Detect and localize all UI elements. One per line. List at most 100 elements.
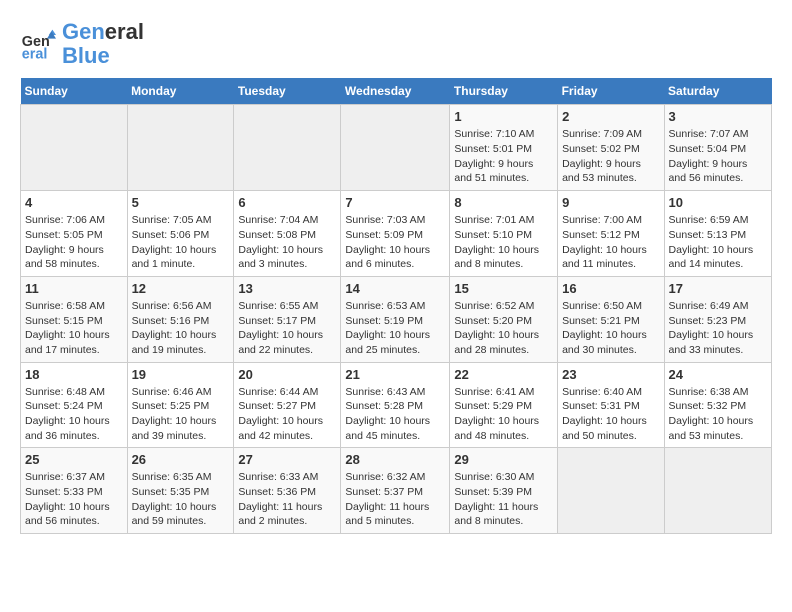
- calendar-day-cell: 13 Sunrise: 6:55 AM Sunset: 5:17 PM Dayli…: [234, 276, 341, 362]
- weekday-header-tuesday: Tuesday: [234, 78, 341, 105]
- day-number: 15: [454, 281, 553, 296]
- weekday-header-thursday: Thursday: [450, 78, 558, 105]
- day-info: Sunrise: 7:04 AM Sunset: 5:08 PM Dayligh…: [238, 213, 336, 272]
- calendar-day-cell: 22 Sunrise: 6:41 AM Sunset: 5:29 PM Dayli…: [450, 362, 558, 448]
- day-info: Sunrise: 7:01 AM Sunset: 5:10 PM Dayligh…: [454, 213, 553, 272]
- day-info: Sunrise: 7:00 AM Sunset: 5:12 PM Dayligh…: [562, 213, 659, 272]
- day-number: 8: [454, 195, 553, 210]
- calendar-day-cell: 6 Sunrise: 7:04 AM Sunset: 5:08 PM Daylig…: [234, 191, 341, 277]
- calendar-week-row: 1 Sunrise: 7:10 AM Sunset: 5:01 PM Daylig…: [21, 105, 772, 191]
- calendar-week-row: 18 Sunrise: 6:48 AM Sunset: 5:24 PM Dayli…: [21, 362, 772, 448]
- svg-text:eral: eral: [22, 47, 48, 63]
- calendar-day-cell: [664, 448, 771, 534]
- day-info: Sunrise: 6:44 AM Sunset: 5:27 PM Dayligh…: [238, 385, 336, 444]
- calendar-day-cell: [234, 105, 341, 191]
- calendar-day-cell: 11Sunrise: 6:58 AM Sunset: 5:15 PM Dayli…: [21, 276, 128, 362]
- day-number: 21: [345, 367, 445, 382]
- day-info: Sunrise: 6:48 AM Sunset: 5:24 PM Dayligh…: [25, 385, 123, 444]
- calendar-day-cell: 28 Sunrise: 6:32 AM Sunset: 5:37 PM Dayli…: [341, 448, 450, 534]
- day-info: Sunrise: 6:40 AM Sunset: 5:31 PM Dayligh…: [562, 385, 659, 444]
- day-info: Sunrise: 7:06 AM Sunset: 5:05 PM Dayligh…: [25, 213, 123, 272]
- day-info: Sunrise: 7:05 AM Sunset: 5:06 PM Dayligh…: [132, 213, 230, 272]
- day-number: 27: [238, 452, 336, 467]
- day-info: Sunrise: 6:56 AM Sunset: 5:16 PM Dayligh…: [132, 299, 230, 358]
- calendar-week-row: 25 Sunrise: 6:37 AM Sunset: 5:33 PM Dayli…: [21, 448, 772, 534]
- calendar-day-cell: [558, 448, 664, 534]
- calendar-day-cell: 4 Sunrise: 7:06 AM Sunset: 5:05 PM Daylig…: [21, 191, 128, 277]
- day-info: Sunrise: 6:33 AM Sunset: 5:36 PM Dayligh…: [238, 470, 336, 529]
- day-number: 22: [454, 367, 553, 382]
- calendar-day-cell: 10Sunrise: 6:59 AM Sunset: 5:13 PM Dayli…: [664, 191, 771, 277]
- day-number: 17: [669, 281, 767, 296]
- day-number: 4: [25, 195, 123, 210]
- day-number: 23: [562, 367, 659, 382]
- calendar-day-cell: [127, 105, 234, 191]
- calendar-day-cell: 12 Sunrise: 6:56 AM Sunset: 5:16 PM Dayli…: [127, 276, 234, 362]
- day-number: 5: [132, 195, 230, 210]
- day-info: Sunrise: 6:55 AM Sunset: 5:17 PM Dayligh…: [238, 299, 336, 358]
- header: Gen eral GeneralBlue: [20, 20, 772, 68]
- day-number: 28: [345, 452, 445, 467]
- day-info: Sunrise: 6:49 AM Sunset: 5:23 PM Dayligh…: [669, 299, 767, 358]
- calendar-day-cell: 15 Sunrise: 6:52 AM Sunset: 5:20 PM Dayli…: [450, 276, 558, 362]
- day-info: Sunrise: 6:52 AM Sunset: 5:20 PM Dayligh…: [454, 299, 553, 358]
- calendar-day-cell: 18 Sunrise: 6:48 AM Sunset: 5:24 PM Dayli…: [21, 362, 128, 448]
- calendar-day-cell: 20 Sunrise: 6:44 AM Sunset: 5:27 PM Dayli…: [234, 362, 341, 448]
- day-info: Sunrise: 6:53 AM Sunset: 5:19 PM Dayligh…: [345, 299, 445, 358]
- day-info: Sunrise: 6:41 AM Sunset: 5:29 PM Dayligh…: [454, 385, 553, 444]
- calendar-day-cell: 9Sunrise: 7:00 AM Sunset: 5:12 PM Daylig…: [558, 191, 664, 277]
- day-number: 13: [238, 281, 336, 296]
- day-info: Sunrise: 6:37 AM Sunset: 5:33 PM Dayligh…: [25, 470, 123, 529]
- calendar-day-cell: 27 Sunrise: 6:33 AM Sunset: 5:36 PM Dayli…: [234, 448, 341, 534]
- calendar-week-row: 11Sunrise: 6:58 AM Sunset: 5:15 PM Dayli…: [21, 276, 772, 362]
- day-number: 19: [132, 367, 230, 382]
- day-number: 25: [25, 452, 123, 467]
- day-number: 1: [454, 109, 553, 124]
- day-number: 6: [238, 195, 336, 210]
- calendar-day-cell: 14 Sunrise: 6:53 AM Sunset: 5:19 PM Dayli…: [341, 276, 450, 362]
- logo-icon: Gen eral: [20, 26, 56, 62]
- day-number: 10: [669, 195, 767, 210]
- day-info: Sunrise: 7:07 AM Sunset: 5:04 PM Dayligh…: [669, 127, 767, 186]
- calendar-day-cell: 7 Sunrise: 7:03 AM Sunset: 5:09 PM Daylig…: [341, 191, 450, 277]
- calendar-day-cell: 1 Sunrise: 7:10 AM Sunset: 5:01 PM Daylig…: [450, 105, 558, 191]
- day-info: Sunrise: 7:03 AM Sunset: 5:09 PM Dayligh…: [345, 213, 445, 272]
- day-info: Sunrise: 7:10 AM Sunset: 5:01 PM Dayligh…: [454, 127, 553, 186]
- day-number: 29: [454, 452, 553, 467]
- day-number: 16: [562, 281, 659, 296]
- calendar-day-cell: 29Sunrise: 6:30 AM Sunset: 5:39 PM Dayli…: [450, 448, 558, 534]
- day-info: Sunrise: 6:38 AM Sunset: 5:32 PM Dayligh…: [669, 385, 767, 444]
- day-info: Sunrise: 6:43 AM Sunset: 5:28 PM Dayligh…: [345, 385, 445, 444]
- day-number: 18: [25, 367, 123, 382]
- day-number: 7: [345, 195, 445, 210]
- day-info: Sunrise: 6:32 AM Sunset: 5:37 PM Dayligh…: [345, 470, 445, 529]
- day-number: 12: [132, 281, 230, 296]
- calendar-day-cell: [341, 105, 450, 191]
- calendar-day-cell: 2Sunrise: 7:09 AM Sunset: 5:02 PM Daylig…: [558, 105, 664, 191]
- calendar-day-cell: 17 Sunrise: 6:49 AM Sunset: 5:23 PM Dayli…: [664, 276, 771, 362]
- day-number: 24: [669, 367, 767, 382]
- calendar-day-cell: 23 Sunrise: 6:40 AM Sunset: 5:31 PM Dayli…: [558, 362, 664, 448]
- weekday-header-sunday: Sunday: [21, 78, 128, 105]
- day-info: Sunrise: 6:35 AM Sunset: 5:35 PM Dayligh…: [132, 470, 230, 529]
- calendar-day-cell: 3Sunrise: 7:07 AM Sunset: 5:04 PM Daylig…: [664, 105, 771, 191]
- calendar-day-cell: [21, 105, 128, 191]
- day-info: Sunrise: 6:58 AM Sunset: 5:15 PM Dayligh…: [25, 299, 123, 358]
- calendar-table: SundayMondayTuesdayWednesdayThursdayFrid…: [20, 78, 772, 534]
- calendar-day-cell: 5 Sunrise: 7:05 AM Sunset: 5:06 PM Daylig…: [127, 191, 234, 277]
- weekday-header-wednesday: Wednesday: [341, 78, 450, 105]
- calendar-day-cell: 19 Sunrise: 6:46 AM Sunset: 5:25 PM Dayli…: [127, 362, 234, 448]
- day-number: 20: [238, 367, 336, 382]
- weekday-header-row: SundayMondayTuesdayWednesdayThursdayFrid…: [21, 78, 772, 105]
- day-info: Sunrise: 6:50 AM Sunset: 5:21 PM Dayligh…: [562, 299, 659, 358]
- calendar-week-row: 4 Sunrise: 7:06 AM Sunset: 5:05 PM Daylig…: [21, 191, 772, 277]
- weekday-header-saturday: Saturday: [664, 78, 771, 105]
- day-info: Sunrise: 7:09 AM Sunset: 5:02 PM Dayligh…: [562, 127, 659, 186]
- logo: Gen eral GeneralBlue: [20, 20, 144, 68]
- day-number: 14: [345, 281, 445, 296]
- day-info: Sunrise: 6:46 AM Sunset: 5:25 PM Dayligh…: [132, 385, 230, 444]
- calendar-day-cell: 26 Sunrise: 6:35 AM Sunset: 5:35 PM Dayli…: [127, 448, 234, 534]
- day-number: 26: [132, 452, 230, 467]
- calendar-day-cell: 16 Sunrise: 6:50 AM Sunset: 5:21 PM Dayli…: [558, 276, 664, 362]
- calendar-day-cell: 8 Sunrise: 7:01 AM Sunset: 5:10 PM Daylig…: [450, 191, 558, 277]
